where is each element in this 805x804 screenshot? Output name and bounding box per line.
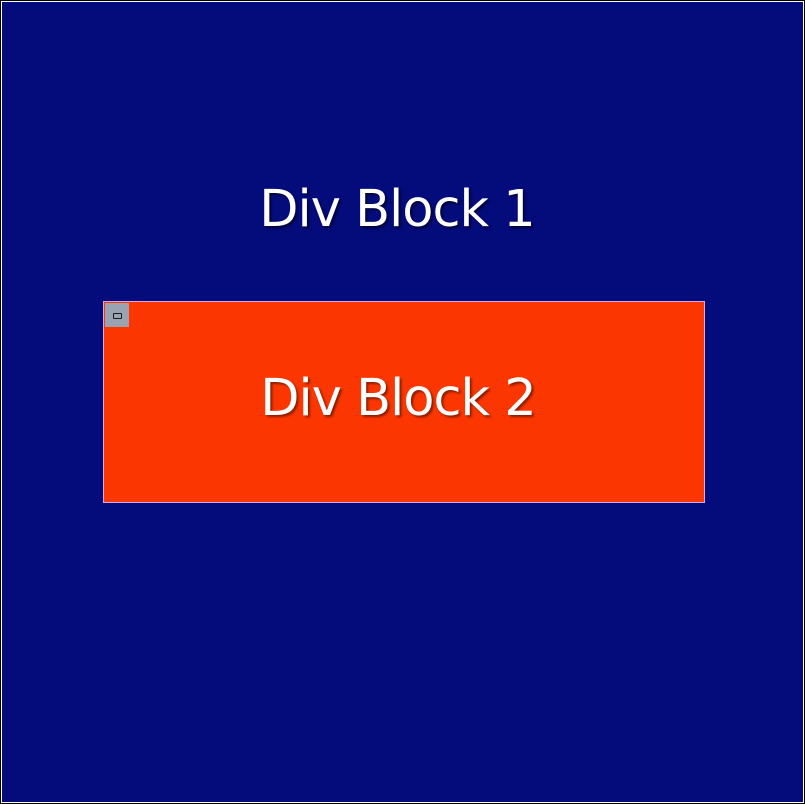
div-block-2-label: Div Block 2 [260,369,536,428]
div-block-1[interactable]: Div Block 1 Div Block 2 [2,2,803,802]
block-handle-button[interactable] [105,303,129,327]
div-block-2[interactable]: Div Block 2 [103,301,705,503]
window-icon [113,313,122,319]
canvas: Div Block 1 Div Block 2 [0,0,805,804]
div-block-1-label: Div Block 1 [259,180,535,239]
